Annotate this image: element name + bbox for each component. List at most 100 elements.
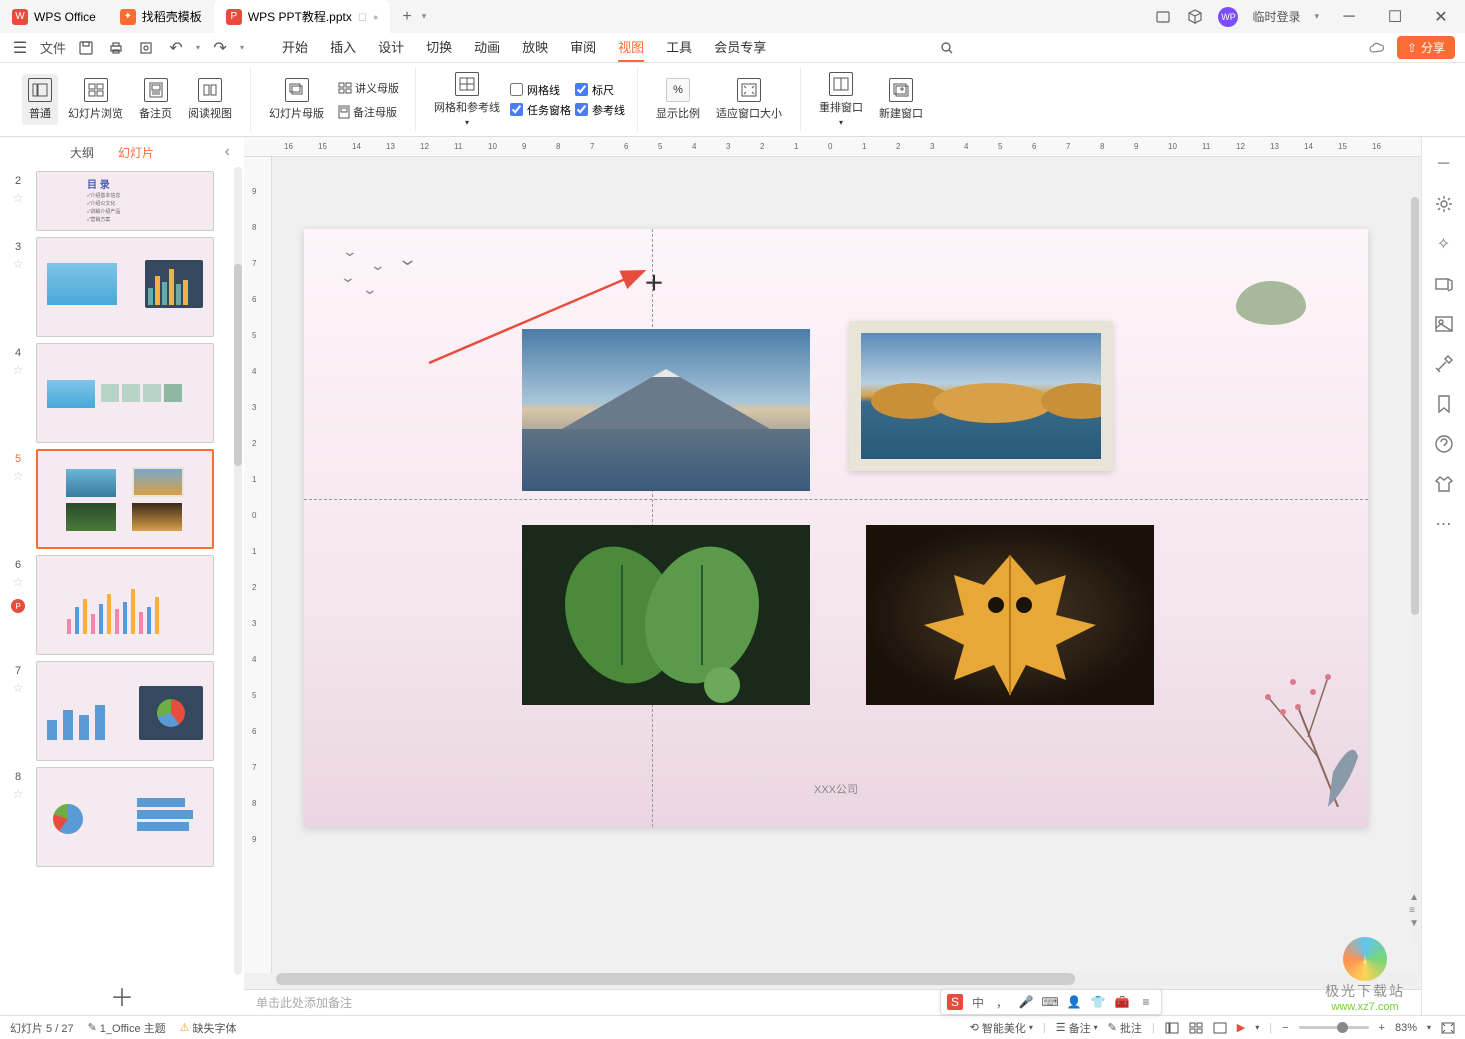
gridlines-input[interactable] [510,83,523,96]
ime-skin-icon[interactable]: 👕 [1089,993,1107,1011]
guides-input[interactable] [575,103,588,116]
slide-thumb-6[interactable]: 6☆P [0,555,244,655]
help-icon[interactable] [1433,433,1455,455]
more-icon[interactable]: ⋯ [1433,513,1455,535]
view-normal-button[interactable]: 普通 [22,74,58,125]
outline-tab[interactable]: 大纲 [70,144,94,161]
scrollbar-thumb[interactable] [1411,197,1419,615]
share-button[interactable]: ⇧ 分享 [1397,36,1455,59]
template-library-icon[interactable] [1433,273,1455,295]
image-lake-autumn[interactable] [849,321,1113,471]
slide-nav-menu-icon[interactable]: ≡ [1409,905,1419,916]
vertical-ruler[interactable]: 9876543210123456789 [244,157,272,973]
zoom-value[interactable]: 83% [1395,1022,1417,1034]
ime-keyboard-icon[interactable]: ⌨ [1041,993,1059,1011]
image-maple-leaf[interactable] [866,525,1154,705]
ruler-input[interactable] [575,83,588,96]
horizontal-guide[interactable] [304,499,1368,500]
view-reading-button[interactable]: 阅读视图 [182,74,238,125]
star-icon[interactable]: ☆ [13,191,24,205]
beautify-button[interactable]: ⟲智能美化▾ [970,1020,1033,1036]
maximize-button[interactable]: ☐ [1379,3,1411,31]
menu-member[interactable]: 会员专享 [714,33,766,62]
tab-menu-icon[interactable]: ● [373,12,378,22]
file-menu[interactable]: 文件 [40,38,66,58]
ime-toolbox-icon[interactable]: 🧰 [1113,993,1131,1011]
comments-toggle[interactable]: ✎ 批注 [1108,1020,1142,1036]
menu-slideshow[interactable]: 放映 [522,33,548,62]
app-tab[interactable]: W WPS Office [0,0,108,33]
slide-thumb-5[interactable]: 5☆ [0,449,244,549]
fit-to-window-icon[interactable] [1441,1022,1455,1034]
sparkle-icon[interactable]: ✧ [1433,233,1455,255]
tablet-icon[interactable] [1154,8,1172,26]
menu-insert[interactable]: 插入 [330,33,356,62]
view-reading-icon[interactable] [1213,1022,1227,1034]
panel-scrollbar[interactable] [234,167,242,975]
zoom-button[interactable]: % 显示比例 [650,74,706,125]
canvas-vertical-scrollbar[interactable] [1411,197,1419,943]
horizontal-ruler[interactable]: /* populated below via JS for ticks */ 1… [244,137,1421,157]
tools-icon[interactable] [1433,353,1455,375]
menu-view[interactable]: 视图 [618,33,644,62]
slide-master-button[interactable]: 幻灯片母版 [263,74,330,125]
star-icon[interactable]: ☆ [13,787,24,801]
undo-chevron-icon[interactable]: ▾ [196,43,200,52]
fit-window-button[interactable]: 适应窗口大小 [710,74,788,125]
arrange-windows-button[interactable]: 重排窗口 ▾ [813,68,869,131]
bookmark-icon[interactable] [1433,393,1455,415]
close-button[interactable]: ✕ [1425,3,1457,31]
menu-icon[interactable]: ☰ [10,38,30,58]
zoom-in-button[interactable]: + [1379,1022,1385,1034]
scrollbar-thumb[interactable] [234,264,242,466]
template-tab[interactable]: ✦ 找稻壳模板 [108,0,214,33]
search-icon[interactable] [937,38,957,58]
slide-thumb-8[interactable]: 8☆ [0,767,244,867]
new-window-button[interactable]: 新建窗口 [873,74,929,125]
slides-tab[interactable]: 幻灯片 [118,144,154,161]
image-green-leaves[interactable] [522,525,810,705]
menu-animation[interactable]: 动画 [474,33,500,62]
ime-toolbar[interactable]: S 中 ， 🎤 ⌨ 👤 👕 🧰 ≡ [940,989,1162,1015]
settings-icon[interactable] [1433,193,1455,215]
ime-mic-icon[interactable]: 🎤 [1017,993,1035,1011]
missing-font-warning[interactable]: ⚠缺失字体 [180,1020,237,1036]
document-tab[interactable]: P WPS PPT教程.pptx ◻ ● [214,0,391,33]
theme-indicator[interactable]: ✎1_Office 主题 [88,1020,166,1036]
play-icon[interactable]: ▶ [1237,1021,1245,1034]
image-library-icon[interactable] [1433,313,1455,335]
image-mountain[interactable] [522,329,810,491]
print-preview-icon[interactable] [136,38,156,58]
slide-thumb-2[interactable]: 2☆ 目 录 ✓介绍基本信息✓介绍公文化✓讲解介绍产品✓营销方案 [0,171,244,231]
user-avatar[interactable]: WP [1218,7,1238,27]
taskpane-input[interactable] [510,103,523,116]
slide-content[interactable]: ⌄ ⌄ ⌄ ⌄ ⌄ ＋ [304,229,1368,827]
ime-expand-icon[interactable]: ≡ [1137,993,1155,1011]
login-label[interactable]: 临时登录 [1252,8,1300,25]
view-normal-icon[interactable] [1165,1022,1179,1034]
chevron-down-icon[interactable]: ▾ [1255,1023,1259,1032]
star-icon[interactable]: ☆ [13,363,24,377]
ime-logo-icon[interactable]: S [947,994,963,1010]
ime-locale-label[interactable]: 中 [969,993,987,1011]
menu-tools[interactable]: 工具 [666,33,692,62]
add-slide-button[interactable]: ＋ [0,975,244,1015]
slide-thumb-3[interactable]: 3☆ [0,237,244,337]
cube-icon[interactable] [1186,8,1204,26]
view-notes-page-button[interactable]: 备注页 [133,74,178,125]
menu-review[interactable]: 审阅 [570,33,596,62]
undo-icon[interactable]: ↶ [166,38,186,58]
print-icon[interactable] [106,38,126,58]
collapse-panel-icon[interactable]: ‹ [225,143,230,161]
notes-toggle[interactable]: ☰ 备注▾ [1056,1020,1098,1036]
grid-guides-button[interactable]: 网格和参考线 ▾ [428,68,506,131]
gridlines-checkbox[interactable]: 网格线 [510,82,571,98]
star-icon[interactable]: ☆ [13,681,24,695]
save-icon[interactable] [76,38,96,58]
minimize-button[interactable]: ─ [1333,3,1365,31]
star-icon[interactable]: ☆ [13,257,24,271]
menu-start[interactable]: 开始 [282,33,308,62]
handout-master-button[interactable]: 讲义母版 [334,78,403,98]
redo-chevron-icon[interactable]: ▾ [240,43,244,52]
chevron-down-icon[interactable]: ▾ [1427,1023,1431,1032]
